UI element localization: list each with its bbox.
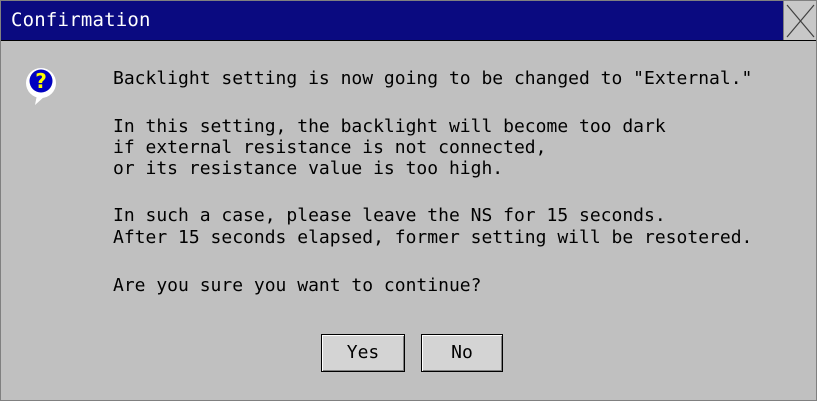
confirmation-dialog: Confirmation ? Backlight setting is now … (0, 0, 817, 401)
svg-text:?: ? (35, 69, 47, 93)
no-button[interactable]: No (421, 334, 503, 372)
confirmation-question: Are you sure you want to continue? (113, 275, 482, 296)
message-para2-line3: or its resistance value is too high. (113, 158, 504, 179)
close-x-icon (786, 4, 815, 38)
close-button[interactable] (783, 1, 816, 40)
message-para3-line1: In such a case, please leave the NS for … (113, 205, 666, 226)
window-title: Confirmation (11, 9, 151, 31)
title-bar: Confirmation (1, 1, 816, 41)
question-icon: ? (23, 65, 59, 107)
yes-button[interactable]: Yes (321, 334, 405, 372)
message-line-1: Backlight setting is now going to be cha… (113, 68, 753, 89)
message-para2-line1: In this setting, the backlight will beco… (113, 116, 666, 137)
message-para2-line2: if external resistance is not connected, (113, 137, 547, 158)
message-para3-line2: After 15 seconds elapsed, former setting… (113, 227, 753, 248)
